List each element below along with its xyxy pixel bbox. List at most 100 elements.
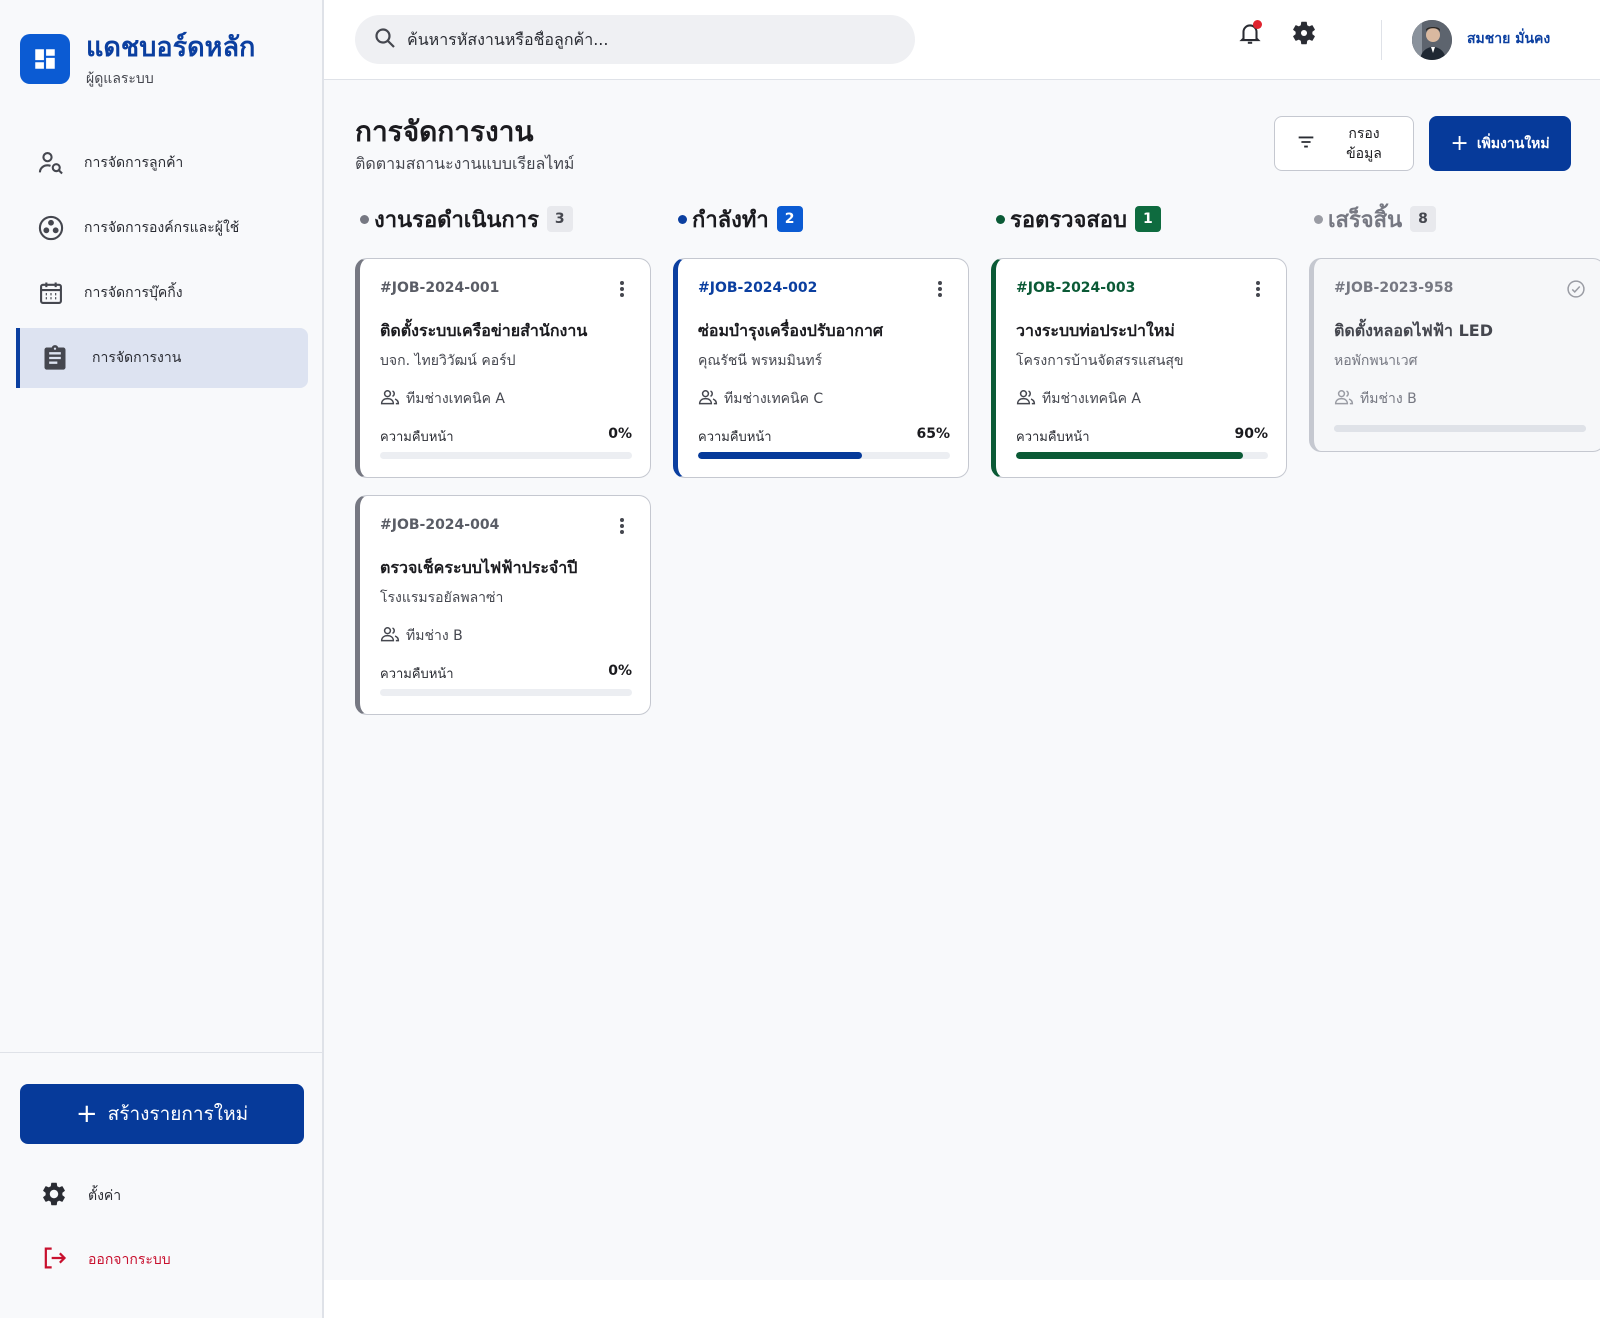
group-icon	[698, 388, 718, 410]
page-title: การจัดการงาน	[355, 115, 534, 148]
user-name[interactable]: สมชาย มั่นคง	[1467, 28, 1550, 50]
sidebar-nav: การจัดการลูกค้า การจัดการองค์กรและผู้ใช้…	[16, 133, 308, 393]
job-team: ทีมช่าง B	[380, 625, 463, 647]
group-icon	[1016, 388, 1036, 410]
sidebar-item-organizations[interactable]: การจัดการองค์กรและผู้ใช้	[16, 198, 308, 258]
add-job-button[interactable]: + เพิ่มงานใหม่	[1429, 116, 1571, 171]
job-team: ทีมช่างเทคนิค A	[1016, 388, 1141, 410]
progress-fill	[1334, 425, 1586, 432]
job-title: วางระบบท่อประปาใหม่	[1016, 321, 1175, 340]
logout-label: ออกจากระบบ	[88, 1252, 171, 1268]
status-dot	[1314, 214, 1323, 224]
status-dot	[996, 214, 1005, 224]
sidebar-divider	[0, 1052, 322, 1053]
divider	[1381, 20, 1382, 60]
progress-fill	[1016, 452, 1243, 459]
logout-link[interactable]: ออกจากระบบ	[40, 1240, 171, 1280]
progress-label: ความคืบหน้า	[380, 430, 454, 445]
brand-title: แดชบอร์ดหลัก	[86, 32, 256, 63]
job-card[interactable]: #JOB-2024-004 ตรวจเช็คระบบไฟฟ้าประจำปี โ…	[355, 495, 651, 715]
column-pending: งานรอดำเนินการ 3 #JOB-2024-001 ติดตั้งระ…	[355, 202, 651, 715]
settings-button[interactable]	[1287, 18, 1321, 52]
job-team: ทีมช่างเทคนิค C	[698, 388, 823, 410]
avatar[interactable]	[1412, 20, 1452, 60]
column-count-badge: 2	[776, 206, 803, 232]
plus-icon: +	[1450, 130, 1469, 156]
job-team: ทีมช่างเทคนิค A	[380, 388, 505, 410]
job-id: #JOB-2024-003	[1016, 280, 1136, 296]
column-title: รอตรวจสอบ	[1010, 207, 1127, 233]
calendar-icon	[36, 278, 66, 308]
column-title: กำลังทำ	[692, 207, 769, 233]
column-done: เสร็จสิ้น 8 #JOB-2023-958 ติดตั้งหลอดไฟฟ…	[1309, 202, 1600, 452]
search-box[interactable]	[355, 15, 915, 64]
notification-badge	[1253, 20, 1262, 29]
job-client: หอพักพนาเวศ	[1334, 353, 1418, 369]
column-review: รอตรวจสอบ 1 #JOB-2024-003 วางระบบท่อประป…	[991, 202, 1287, 478]
notifications-button[interactable]	[1233, 18, 1267, 52]
job-client: คุณรัชนี พรหมมินทร์	[698, 353, 823, 369]
sidebar-item-jobs[interactable]: การจัดการงาน	[16, 328, 308, 388]
logout-icon	[40, 1244, 68, 1276]
job-client: บจก. ไทยวิวัฒน์ คอร์ป	[380, 353, 516, 369]
filter-button[interactable]: กรอง ข้อมูล	[1274, 116, 1414, 171]
more-vertical-icon[interactable]	[612, 516, 632, 536]
more-vertical-icon[interactable]	[1248, 279, 1268, 299]
filter-label-line: กรอง	[1348, 125, 1380, 142]
job-title: ซ่อมบำรุงเครื่องปรับอากาศ	[698, 321, 884, 340]
job-title: ตรวจเช็คระบบไฟฟ้าประจำปี	[380, 558, 578, 577]
search-icon	[373, 26, 397, 54]
job-client: โครงการบ้านจัดสรรแสนสุข	[1016, 353, 1184, 369]
sidebar-item-customers[interactable]: การจัดการลูกค้า	[16, 133, 308, 193]
progress-label: ความคืบหน้า	[698, 430, 772, 445]
job-client: โรงแรมรอยัลพลาซ่า	[380, 590, 504, 606]
job-team-label: ทีมช่างเทคนิค A	[406, 391, 505, 407]
column-count-badge: 3	[546, 206, 573, 232]
sidebar-item-bookings[interactable]: การจัดการบุ๊คกิ้ง	[16, 263, 308, 323]
column-in-progress: กำลังทำ 2 #JOB-2024-002 ซ่อมบำรุงเครื่อง…	[673, 202, 969, 478]
more-vertical-icon[interactable]	[930, 279, 950, 299]
dashboard-icon	[20, 34, 70, 84]
sidebar-item-label: การจัดการลูกค้า	[84, 155, 184, 171]
filter-label: กรอง ข้อมูล	[1329, 124, 1399, 164]
job-id: #JOB-2023-958	[1334, 280, 1454, 296]
progress-value: 0%	[608, 663, 632, 679]
filter-icon	[1295, 131, 1317, 157]
create-new-button[interactable]: + สร้างรายการใหม่	[20, 1084, 304, 1144]
job-title: ติดตั้งหลอดไฟฟ้า LED	[1334, 321, 1493, 340]
status-dot	[678, 214, 687, 224]
job-card[interactable]: #JOB-2024-003 วางระบบท่อประปาใหม่ โครงกา…	[991, 258, 1287, 478]
progress-bar	[1334, 425, 1586, 432]
search-input[interactable]	[407, 30, 877, 49]
top-bar: สมชาย มั่นคง	[324, 0, 1600, 80]
column-title: งานรอดำเนินการ	[374, 207, 539, 233]
progress-fill	[698, 452, 862, 459]
job-team-label: ทีมช่างเทคนิค C	[724, 391, 824, 407]
job-team: ทีมช่าง B	[1334, 388, 1417, 410]
job-card[interactable]: #JOB-2024-002 ซ่อมบำรุงเครื่องปรับอากาศ …	[673, 258, 969, 478]
page-subtitle: ติดตามสถานะงานแบบเรียลไทม์	[355, 154, 575, 173]
organization-icon	[36, 213, 66, 243]
plus-icon: +	[75, 1099, 98, 1129]
filter-label-line: ข้อมูล	[1346, 145, 1382, 162]
settings-label: ตั้งค่า	[88, 1188, 122, 1204]
progress-bar	[698, 452, 950, 459]
progress-value: 90%	[1234, 426, 1268, 442]
job-id: #JOB-2024-002	[698, 280, 818, 296]
gear-icon	[40, 1180, 68, 1212]
add-job-label: เพิ่มงานใหม่	[1476, 135, 1550, 152]
group-icon	[380, 625, 400, 647]
brand[interactable]: แดชบอร์ดหลัก ผู้ดูแลระบบ	[20, 32, 256, 90]
progress-label: ความคืบหน้า	[1016, 430, 1090, 445]
main-content: การจัดการงาน ติดตามสถานะงานแบบเรียลไทม์ …	[324, 80, 1600, 1280]
job-card[interactable]: #JOB-2023-958 ติดตั้งหลอดไฟฟ้า LED หอพัก…	[1309, 258, 1600, 452]
sidebar-item-label: การจัดการบุ๊คกิ้ง	[84, 285, 183, 301]
job-team-label: ทีมช่างเทคนิค A	[1042, 391, 1141, 407]
more-vertical-icon[interactable]	[612, 279, 632, 299]
job-id: #JOB-2024-001	[380, 280, 500, 296]
job-card[interactable]: #JOB-2024-001 ติดตั้งระบบเครือข่ายสำนักง…	[355, 258, 651, 478]
settings-link[interactable]: ตั้งค่า	[40, 1176, 121, 1216]
column-header: กำลังทำ 2	[673, 202, 969, 236]
progress-value: 0%	[608, 426, 632, 442]
column-header: รอตรวจสอบ 1	[991, 202, 1287, 236]
